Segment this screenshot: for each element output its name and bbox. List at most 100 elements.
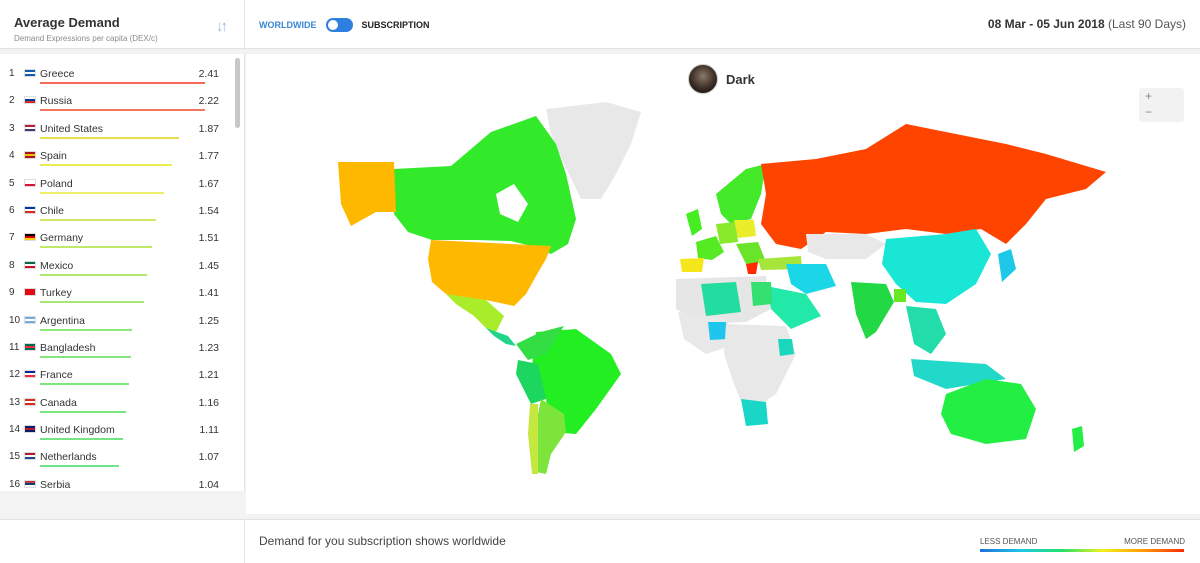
ranking-row[interactable]: 7 Germany 1.51	[0, 227, 232, 254]
map-arabia	[766, 286, 821, 329]
ranking-row[interactable]: 4 Spain 1.77	[0, 145, 232, 172]
rank-number: 6	[9, 204, 15, 216]
demand-bar	[40, 465, 120, 468]
country-name: Mexico	[40, 259, 74, 272]
country-flag-icon	[24, 479, 36, 488]
ranking-row[interactable]: 6 Chile 1.54	[0, 200, 232, 227]
ranking-row[interactable]: 9 Turkey 1.41	[0, 282, 232, 309]
ranking-row[interactable]: 12 France 1.21	[0, 364, 232, 391]
demand-bar	[40, 383, 130, 386]
country-flag-icon	[24, 178, 36, 187]
demand-bar	[40, 82, 205, 84]
date-range-dates: 08 Mar - 05 Jun 2018	[987, 17, 1105, 31]
country-name: Canada	[40, 396, 77, 409]
rank-number: 7	[9, 232, 15, 244]
map-panel: Dark + −	[246, 54, 1200, 514]
switch-knob	[327, 20, 338, 30]
ranking-row[interactable]: 5 Poland 1.67	[0, 173, 232, 200]
top-bar: Average Demand Demand Expressions per ca…	[0, 0, 1200, 49]
world-map[interactable]	[246, 54, 1200, 514]
demand-bar	[40, 109, 205, 112]
legend-more-label: MORE DEMAND	[1124, 537, 1185, 546]
panel-title: Average Demand	[14, 15, 120, 30]
toggle-subscription-label[interactable]: SUBSCRIPTION	[362, 20, 430, 30]
panel-subtitle: Demand Expressions per capita (DEX/c)	[14, 34, 158, 43]
country-flag-icon	[24, 260, 36, 269]
country-name: Argentina	[40, 314, 85, 327]
country-flag-icon	[24, 151, 36, 160]
demand-value: 1.77	[198, 150, 219, 163]
map-russia	[761, 124, 1106, 249]
country-flag-icon	[24, 370, 36, 379]
date-range-period: (Last 90 Days)	[1107, 17, 1186, 31]
ranking-row[interactable]: 11 Bangladesh 1.23	[0, 337, 232, 364]
country-name: Bangladesh	[40, 341, 96, 354]
map-nigeria	[708, 322, 728, 340]
map-kenya	[778, 339, 794, 356]
map-egypt	[751, 282, 772, 306]
demand-bar	[40, 438, 123, 441]
ranking-row[interactable]: 13 Canada 1.16	[0, 392, 232, 419]
map-chile	[528, 404, 538, 474]
map-se-asia	[906, 306, 946, 354]
show-header: Dark	[688, 63, 755, 95]
demand-bar	[40, 191, 164, 194]
scope-switch[interactable]	[325, 18, 353, 32]
country-name: Spain	[40, 150, 67, 163]
demand-bar	[40, 218, 156, 221]
country-name: Chile	[40, 204, 64, 217]
ranking-row[interactable]: 3 United States 1.87	[0, 118, 232, 145]
demand-value: 1.87	[198, 122, 219, 135]
demand-value: 1.41	[198, 287, 219, 300]
country-name: United States	[40, 122, 104, 135]
rank-number: 16	[9, 478, 21, 490]
rank-number: 15	[9, 451, 21, 463]
country-name: Turkey	[40, 287, 72, 300]
country-flag-icon	[24, 397, 36, 406]
ranking-header: Average Demand Demand Expressions per ca…	[0, 0, 245, 49]
ranking-row[interactable]: 15 Netherlands 1.07	[0, 446, 232, 473]
demand-bar	[40, 410, 126, 413]
ranking-row[interactable]: 8 Mexico 1.45	[0, 255, 232, 282]
country-flag-icon	[24, 69, 36, 77]
demand-bar	[40, 301, 144, 304]
ranking-row[interactable]: 14 United Kingdom 1.11	[0, 419, 232, 446]
ranking-row[interactable]: 1 Greece 2.41	[0, 63, 232, 90]
zoom-out-button[interactable]: −	[1139, 104, 1184, 120]
show-avatar	[688, 64, 718, 94]
map-spain	[680, 258, 704, 272]
ranking-panel: 1 Greece 2.41 2 Russia 2.22 3 United States 1.87…	[0, 54, 245, 491]
demand-value: 1.11	[199, 424, 219, 437]
country-flag-icon	[24, 342, 36, 351]
map-central-asia	[806, 234, 886, 259]
sort-icon[interactable]: ↓↑	[216, 18, 236, 36]
country-name: Greece	[40, 68, 75, 80]
map-central-africa	[724, 324, 796, 414]
country-flag-icon	[24, 123, 36, 132]
map-canada	[394, 116, 576, 254]
country-flag-icon	[24, 288, 36, 297]
ranking-list: 1 Greece 2.41 2 Russia 2.22 3 United States 1.87…	[0, 63, 232, 491]
toggle-worldwide-label[interactable]: WORLDWIDE	[259, 20, 317, 30]
country-name: United Kingdom	[40, 424, 115, 437]
app-window: Average Demand Demand Expressions per ca…	[0, 0, 1200, 563]
show-title: Dark	[726, 71, 755, 87]
country-name: France	[40, 369, 73, 382]
map-new-zealand	[1072, 426, 1084, 452]
zoom-in-button[interactable]: +	[1139, 88, 1184, 104]
country-flag-icon	[24, 315, 36, 324]
country-name: Russia	[40, 95, 73, 108]
ranking-scrollbar[interactable]	[235, 58, 240, 128]
country-flag-icon	[24, 233, 36, 242]
rank-number: 8	[9, 259, 15, 271]
demand-value: 1.67	[198, 177, 219, 190]
ranking-row[interactable]: 16 Serbia 1.04	[0, 474, 232, 491]
rank-number: 13	[9, 396, 21, 408]
rank-number: 14	[9, 424, 21, 436]
country-flag-icon	[24, 452, 36, 461]
ranking-row[interactable]: 2 Russia 2.22	[0, 90, 232, 117]
legend-less-label: LESS DEMAND	[980, 537, 1038, 546]
ranking-row[interactable]: 10 Argentina 1.25	[0, 310, 232, 337]
rank-number: 12	[9, 369, 21, 381]
country-flag-icon	[24, 205, 36, 214]
